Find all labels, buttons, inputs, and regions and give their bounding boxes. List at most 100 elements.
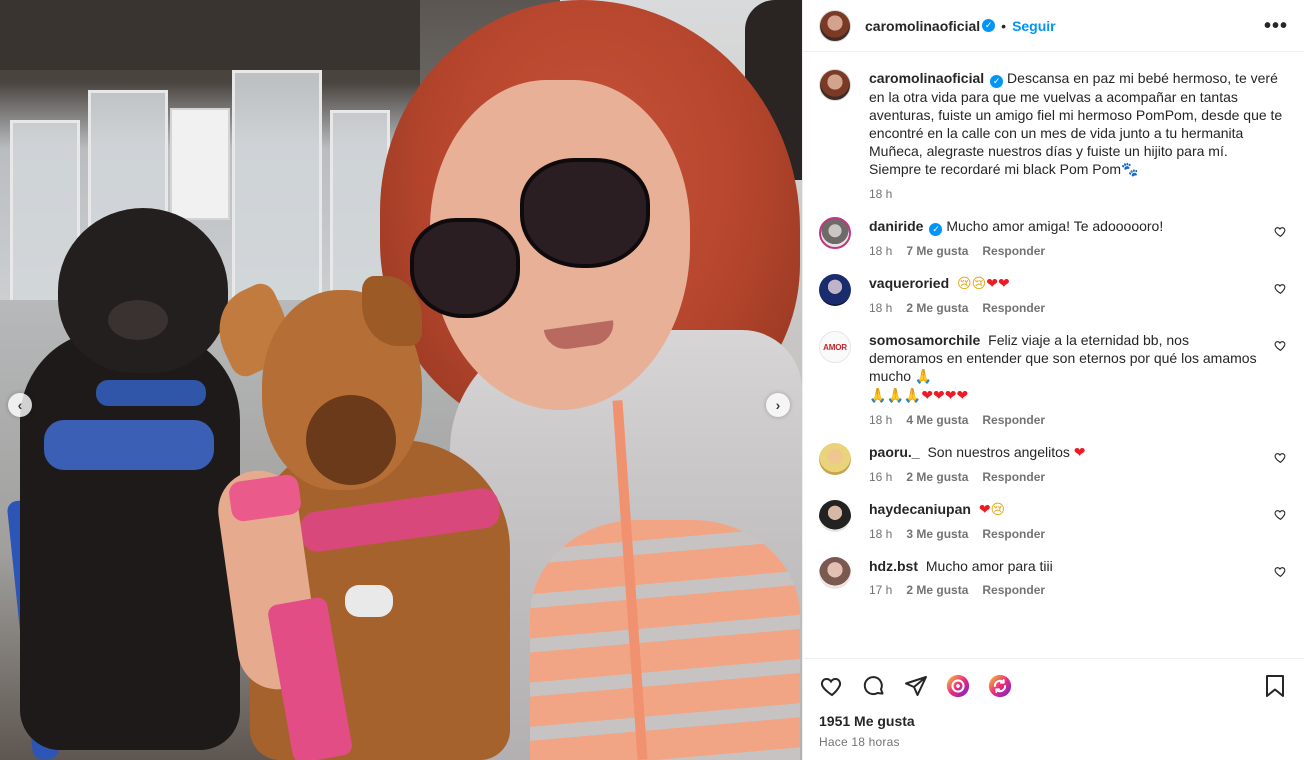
comment-time[interactable]: 16 h xyxy=(869,470,892,484)
comment-time[interactable]: 18 h xyxy=(869,301,892,315)
blue-collar xyxy=(96,380,206,406)
comment-item: hdz.bst Mucho amor para tiii 17 h 2 Me g… xyxy=(819,557,1288,597)
commenter-username[interactable]: haydecaniupan xyxy=(869,501,971,517)
heart-emoji: ❤ xyxy=(956,388,969,404)
comment-text: Mucho amor para tiii xyxy=(925,558,1053,574)
commenter-avatar[interactable] xyxy=(819,217,851,249)
pray-emoji: 🙏 xyxy=(869,388,887,404)
previous-photo-button[interactable]: ‹ xyxy=(8,393,32,417)
like-heart-icon[interactable] xyxy=(819,673,845,699)
likes-count[interactable]: 1951 Me gusta xyxy=(819,713,1288,729)
instagram-post-view: ‹ › caromolinaoficial ✓ • Seguir ••• car… xyxy=(0,0,1304,760)
comment-item: haydecaniupan ❤😢 18 h 3 Me gusta Respond… xyxy=(819,500,1288,541)
avatar-logo-text: AMOR xyxy=(823,342,847,352)
heart-emoji: ❤ xyxy=(997,276,1010,292)
bone-tag xyxy=(345,585,393,617)
comment-item: daniride ✓ Mucho amor amiga! Te adoooooro… xyxy=(819,217,1288,258)
comment-time[interactable]: 18 h xyxy=(869,527,892,541)
commenter-username[interactable]: somosamorchile xyxy=(869,332,980,348)
sad-emoji: 😢 xyxy=(957,276,972,292)
author-username[interactable]: caromolinaoficial xyxy=(865,18,980,34)
like-comment-heart-icon[interactable] xyxy=(1274,339,1288,353)
reply-button[interactable]: Responder xyxy=(982,470,1045,484)
comment-time[interactable]: 18 h xyxy=(869,244,892,258)
paw-emoji: 🐾 xyxy=(1121,162,1139,178)
comment-time[interactable]: 18 h xyxy=(869,413,892,427)
reply-button[interactable]: Responder xyxy=(982,583,1045,597)
reply-button[interactable]: Responder xyxy=(982,413,1045,427)
post-timestamp[interactable]: Hace 18 horas xyxy=(819,735,1288,749)
like-comment-heart-icon[interactable] xyxy=(1274,225,1288,239)
reply-button[interactable]: Responder xyxy=(982,244,1045,258)
comment-likes[interactable]: 2 Me gusta xyxy=(906,470,968,484)
caption-avatar[interactable] xyxy=(819,69,851,101)
post-actions: 1951 Me gusta Hace 18 horas xyxy=(803,658,1304,749)
sunglasses-left-lens xyxy=(410,218,520,318)
header-separator: • xyxy=(1001,17,1007,34)
like-comment-heart-icon[interactable] xyxy=(1274,565,1288,579)
reels-remix-icon[interactable] xyxy=(945,673,971,699)
next-photo-button[interactable]: › xyxy=(766,393,790,417)
save-bookmark-icon[interactable] xyxy=(1262,673,1288,699)
comment-time[interactable]: 17 h xyxy=(869,583,892,597)
comment-likes[interactable]: 4 Me gusta xyxy=(906,413,968,427)
commenter-avatar[interactable] xyxy=(819,500,851,532)
tan-dog-snout xyxy=(306,395,396,485)
commenter-username[interactable]: paoru._ xyxy=(869,444,920,460)
post-photo[interactable]: ‹ › xyxy=(0,0,802,760)
more-options-icon[interactable]: ••• xyxy=(1264,16,1288,36)
pray-emoji: 🙏 xyxy=(914,369,933,385)
comment-item: vaqueroried 😢😢❤❤ 18 h 2 Me gusta Respond… xyxy=(819,274,1288,315)
comment-likes[interactable]: 3 Me gusta xyxy=(906,527,968,541)
pray-emoji: 🙏 xyxy=(886,388,904,404)
caption-time[interactable]: 18 h xyxy=(869,187,892,201)
like-comment-heart-icon[interactable] xyxy=(1274,508,1288,522)
comment-item: AMOR somosamorchile Feliz viaje a la ete… xyxy=(819,331,1288,427)
share-paper-plane-icon[interactable] xyxy=(903,673,929,699)
comment-likes[interactable]: 7 Me gusta xyxy=(906,244,968,258)
follow-button[interactable]: Seguir xyxy=(1012,18,1056,34)
commenter-username[interactable]: daniride xyxy=(869,218,923,234)
commenter-avatar[interactable]: AMOR xyxy=(819,331,851,363)
commenter-avatar[interactable] xyxy=(819,443,851,475)
heart-emoji: ❤ xyxy=(921,388,934,404)
author-avatar[interactable] xyxy=(819,9,851,42)
sad-emoji: 😢 xyxy=(971,276,987,292)
hoodie-logo xyxy=(530,520,800,760)
commenter-username[interactable]: hdz.bst xyxy=(869,558,918,574)
blue-harness xyxy=(44,420,214,470)
comment-item: paoru._ Son nuestros angelitos ❤ 16 h 2 … xyxy=(819,443,1288,484)
comment-likes[interactable]: 2 Me gusta xyxy=(906,301,968,315)
pray-emoji: 🙏 xyxy=(903,388,922,404)
comment-text: Mucho amor amiga! Te adoooooro! xyxy=(946,218,1164,234)
photo-window xyxy=(232,70,322,310)
caption-username[interactable]: caromolinaoficial xyxy=(869,70,984,86)
sunglasses-right-lens xyxy=(520,158,650,268)
caption-text-line2: Siempre te recordaré mi black Pom Pom xyxy=(869,161,1122,177)
reply-button[interactable]: Responder xyxy=(982,527,1045,541)
commenter-avatar[interactable] xyxy=(819,274,851,306)
sad-emoji: 😢 xyxy=(990,502,1006,518)
verified-badge-icon: ✓ xyxy=(929,223,943,236)
comment-likes[interactable]: 2 Me gusta xyxy=(906,583,968,597)
heart-emoji: ❤ xyxy=(1073,445,1086,461)
comments-list[interactable]: caromolinaoficial ✓ Descansa en paz mi be… xyxy=(803,53,1304,657)
verified-badge-icon: ✓ xyxy=(982,19,996,32)
reply-button[interactable]: Responder xyxy=(982,301,1045,315)
post-header: caromolinaoficial ✓ • Seguir ••• xyxy=(803,0,1304,52)
caption: caromolinaoficial ✓ Descansa en paz mi be… xyxy=(819,69,1288,201)
black-dog-snout xyxy=(108,300,168,340)
heart-emoji: ❤ xyxy=(978,502,991,518)
commenter-username[interactable]: vaqueroried xyxy=(869,275,949,291)
verified-badge-icon: ✓ xyxy=(990,75,1004,88)
like-comment-heart-icon[interactable] xyxy=(1274,282,1288,296)
heart-emoji: ❤ xyxy=(933,388,945,404)
comment-bubble-icon[interactable] xyxy=(861,673,887,699)
black-dog-head xyxy=(58,208,228,373)
like-comment-heart-icon[interactable] xyxy=(1274,451,1288,465)
heart-emoji: ❤ xyxy=(986,276,998,292)
post-side-panel: caromolinaoficial ✓ • Seguir ••• caromol… xyxy=(802,0,1304,760)
photo-sign xyxy=(170,108,230,220)
commenter-avatar[interactable] xyxy=(819,557,851,589)
boost-cycle-icon[interactable] xyxy=(987,673,1013,699)
